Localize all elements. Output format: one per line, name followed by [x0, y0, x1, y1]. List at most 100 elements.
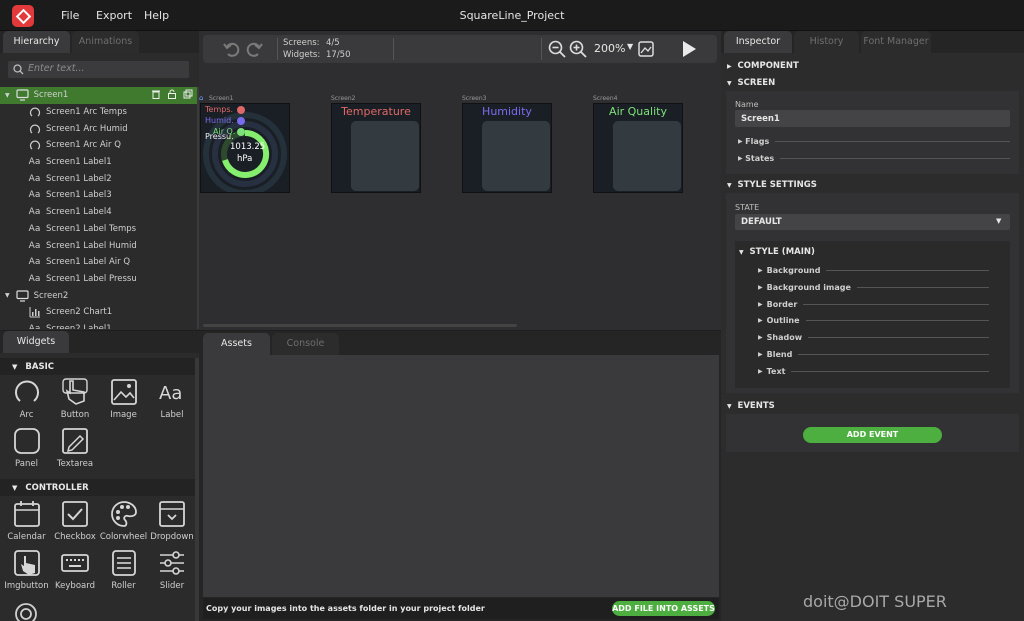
zoom-level[interactable]: 200%	[594, 42, 625, 55]
widget-slider[interactable]: Slider	[148, 548, 197, 597]
dropdown-arrow-icon: ▼	[996, 217, 1002, 225]
more-widget-icon[interactable]	[12, 600, 40, 621]
tree-item-label: Screen1 Arc Temps	[46, 107, 127, 118]
hierarchy-tabstrip: Hierarchy Animations	[0, 31, 199, 53]
tree-item[interactable]: Screen2 Chart1	[0, 304, 197, 321]
states-row[interactable]: ▶ States	[738, 154, 1010, 163]
section-style-main[interactable]: ▼ STYLE (MAIN)	[739, 247, 815, 257]
tree-item[interactable]: Aa Screen1 Label Temps	[0, 221, 197, 238]
tree-item[interactable]: Aa Screen1 Label1	[0, 154, 197, 171]
tab-history[interactable]: History	[794, 31, 859, 53]
screen-thumbnail[interactable]: Temps. Humid. Air Q. Pressu. 1013.25 hPa	[200, 103, 290, 193]
tree-item[interactable]: Aa Screen1 Label4	[0, 204, 197, 221]
section-style-settings[interactable]: ▼ STYLE SETTINGS	[727, 180, 817, 190]
legend-humid: Humid.	[205, 116, 234, 125]
tree-item-label: Screen1	[33, 90, 69, 101]
tree-item[interactable]: Screen1 Arc Humid	[0, 120, 197, 137]
name-input[interactable]: Screen1	[735, 110, 1010, 127]
widget-checkbox[interactable]: Checkbox	[51, 499, 100, 548]
widget-label[interactable]: Aa Label	[148, 377, 197, 426]
tree-item[interactable]: Screen1 Arc Temps	[0, 104, 197, 121]
tree-item[interactable]: Aa Screen1 Label Pressu	[0, 271, 197, 288]
style-prop-row[interactable]: ▶ Shadow	[758, 333, 989, 342]
section-screen[interactable]: ▼ SCREEN	[727, 78, 775, 88]
style-prop-row[interactable]: ▶ Blend	[758, 350, 989, 359]
tree-item-screen[interactable]: ▼ Screen2	[0, 287, 197, 304]
tab-hierarchy[interactable]: Hierarchy	[3, 31, 70, 53]
lock-icon[interactable]	[167, 89, 177, 102]
tree-item[interactable]: Screen1 Arc Air Q	[0, 137, 197, 154]
tree-item[interactable]: Aa Screen1 Label2	[0, 170, 197, 187]
expand-arrow-icon: ▶	[758, 351, 763, 358]
widget-calendar[interactable]: Calendar	[2, 499, 51, 548]
hierarchy-tree: ▼ Screen1 Screen1 Arc Temps Screen1 Arc Hum…	[0, 87, 197, 329]
expand-arrow-icon[interactable]: ▼	[5, 92, 10, 99]
widget-keyboard[interactable]: Keyboard	[51, 548, 100, 597]
section-basic[interactable]: ▼ BASIC	[0, 358, 195, 375]
screen-thumbnail[interactable]: Humidity	[462, 103, 552, 193]
expand-arrow-icon[interactable]: ▼	[5, 292, 10, 299]
assets-dropzone[interactable]	[203, 355, 719, 597]
calendar-icon	[12, 499, 42, 529]
search-placeholder: Enter text...	[28, 63, 85, 74]
widget-imgbutton[interactable]: Imgbutton	[2, 548, 51, 597]
zoom-out-icon[interactable]	[548, 40, 566, 58]
widget-textarea[interactable]: Textarea	[51, 426, 100, 475]
tab-console[interactable]: Console	[272, 333, 339, 355]
tree-item-label: Screen1 Label1	[46, 157, 112, 168]
tree-item[interactable]: Aa Screen1 Label Air Q	[0, 254, 197, 271]
style-prop-row[interactable]: ▶ Border	[758, 300, 989, 309]
trash-icon[interactable]	[151, 89, 161, 102]
fit-screen-icon[interactable]	[638, 41, 654, 57]
widget-roller[interactable]: Roller	[99, 548, 148, 597]
style-prop-row[interactable]: ▶ Text	[758, 367, 989, 376]
tab-font-manager[interactable]: Font Manager	[861, 31, 931, 53]
state-select[interactable]: DEFAULT ▼	[735, 214, 1010, 230]
pressure-value: 1013.25	[230, 142, 266, 152]
button-icon	[60, 377, 90, 407]
screen-title: Temperature	[341, 105, 411, 118]
tree-item-screen[interactable]: ▼ Screen1	[0, 87, 197, 104]
zoom-dropdown-icon[interactable]: ▼	[627, 42, 633, 51]
style-prop-row[interactable]: ▶ Outline	[758, 316, 989, 325]
widget-panel[interactable]: Panel	[2, 426, 51, 475]
undo-icon[interactable]	[223, 40, 241, 58]
add-event-button[interactable]: ADD EVENT	[803, 427, 942, 443]
widget-image[interactable]: Image	[99, 377, 148, 426]
duplicate-icon[interactable]	[183, 89, 193, 102]
section-component[interactable]: ▶ COMPONENT	[727, 61, 799, 71]
expand-arrow-icon: ▶	[738, 155, 743, 162]
flags-row[interactable]: ▶ Flags	[738, 137, 1010, 146]
widget-button[interactable]: Button	[51, 377, 100, 426]
style-prop-row[interactable]: ▶ Background	[758, 266, 989, 275]
widget-colorwheel[interactable]: Colorwheel	[99, 499, 148, 548]
play-icon[interactable]	[680, 40, 698, 58]
tab-inspector[interactable]: Inspector	[724, 31, 792, 53]
tab-widgets[interactable]: Widgets	[3, 331, 69, 353]
hierarchy-search-input[interactable]: Enter text...	[8, 61, 189, 78]
section-controller[interactable]: ▼ CONTROLLER	[0, 479, 195, 496]
section-events[interactable]: ▼ EVENTS	[727, 401, 775, 411]
tab-animations[interactable]: Animations	[72, 31, 139, 53]
widget-dropdown[interactable]: Dropdown	[148, 499, 197, 548]
tree-item[interactable]: Aa Screen1 Label Humid	[0, 237, 197, 254]
arc-icon	[28, 139, 41, 152]
screen-thumbnail[interactable]: Temperature	[331, 103, 421, 193]
tab-assets[interactable]: Assets	[203, 333, 270, 355]
tree-item-label: Screen1 Label Temps	[46, 223, 137, 234]
tree-item-label: Screen1 Label3	[46, 190, 112, 201]
toolbar-divider	[393, 38, 394, 60]
tree-item[interactable]: Aa Screen1 Label3	[0, 187, 197, 204]
tree-item[interactable]: Aa Screen2 Label1	[0, 321, 197, 329]
redo-icon[interactable]	[245, 40, 263, 58]
collapse-arrow-icon: ▼	[727, 80, 732, 87]
add-file-button[interactable]: ADD FILE INTO ASSETS	[612, 601, 715, 616]
screen-thumbnail[interactable]: Air Quality	[593, 103, 683, 193]
svg-text:Aa: Aa	[159, 383, 182, 404]
collapse-arrow-icon: ▼	[12, 362, 18, 371]
canvas-hscrollbar[interactable]	[203, 324, 517, 327]
zoom-in-icon[interactable]	[569, 40, 587, 58]
legend-pressu: Pressu.	[205, 132, 234, 141]
style-prop-row[interactable]: ▶ Background image	[758, 283, 989, 292]
widget-arc[interactable]: Arc	[2, 377, 51, 426]
